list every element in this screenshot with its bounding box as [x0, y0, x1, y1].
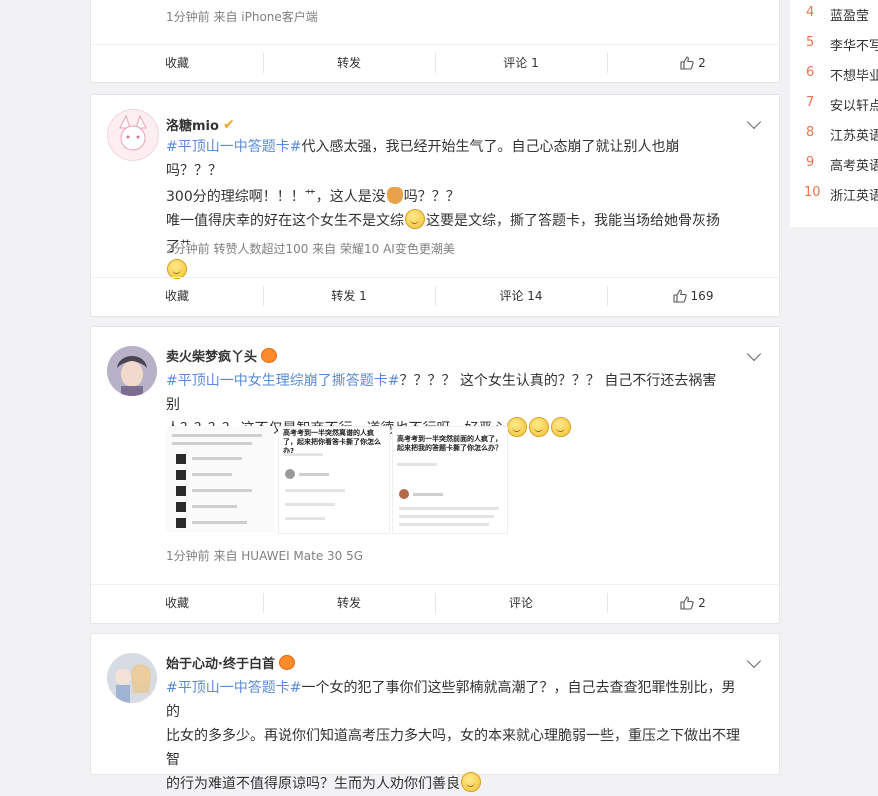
topic-tag[interactable]: #平顶山一中答题卡#: [166, 139, 301, 155]
like-button[interactable]: 2: [607, 53, 779, 73]
user-name[interactable]: 始于心动·终于白首: [166, 653, 295, 672]
post-meta: 1分钟前 来自 iPhone客户端: [166, 10, 318, 24]
comment-label: 评论: [508, 596, 533, 610]
lol-glyph: 艹: [304, 188, 316, 201]
comment-label: 评论 14: [499, 289, 543, 303]
smile-emoji-icon: [461, 772, 481, 792]
smile-emoji-icon: [507, 417, 528, 437]
post-text-line: 300分的理综啊！！！: [166, 189, 305, 205]
thumbs-up-icon: [680, 596, 694, 610]
thumbs-up-icon: [680, 56, 694, 70]
hot-search-sidebar: 4 蓝盈莹 5 李华不写 6 不想毕业 7 安以轩点 8 江苏英语 9 高考英语…: [790, 0, 878, 227]
like-count: 2: [698, 56, 706, 70]
hot-search-rank: 10: [804, 185, 821, 200]
hot-search-title: 江苏英语: [830, 129, 878, 144]
topic-tag[interactable]: 女生理综崩了撕答题卡#: [248, 373, 400, 389]
collect-label: 收藏: [164, 56, 189, 70]
post-text-line: ，这人是没: [315, 189, 386, 205]
hot-search-rank: 9: [806, 155, 815, 170]
member-crown-icon: [278, 655, 295, 670]
image-caption: 高考考到一半突然前面的人疯了，起来把我的答题卡撕了你怎么办？: [397, 435, 502, 452]
post-actions: 收藏 转发 评论 2: [91, 584, 779, 621]
hot-search-rank: 7: [806, 95, 815, 110]
comment-button[interactable]: 评论: [435, 593, 607, 613]
post-image[interactable]: 高考考到一半突然离谱的人疯了，起来把你看答卡撕了你怎么办?: [278, 426, 390, 534]
user-name-text: 始于心动·终于白首: [166, 657, 275, 672]
member-crown-icon: [261, 348, 278, 363]
hot-search-title: 李华不写: [830, 39, 878, 54]
chevron-down-icon[interactable]: [746, 653, 762, 669]
smile-emoji-icon: [529, 417, 550, 437]
hot-search-title: 不想毕业: [830, 69, 878, 84]
hot-search-rank: 5: [806, 35, 815, 50]
post-meta: 2分钟前 转赞人数超过100 来自 荣耀10 AI变色更潮美: [166, 242, 455, 256]
post-text: #平顶山一中答题卡#一个女的犯了事你们这些郭楠就高潮了？，自己去查查犯罪性别比，…: [166, 676, 741, 796]
repost-button[interactable]: 转发 1: [263, 286, 435, 306]
repost-label: 转发 1: [331, 289, 367, 303]
user-name-text: 卖火柴梦疯丫头: [166, 350, 258, 365]
repost-label: 转发: [336, 56, 361, 70]
post-text-line: 唯一值得庆幸的好在这个女生不是文综: [166, 213, 404, 229]
user-name-text: 洛糖mio: [166, 119, 219, 134]
smile-emoji-icon: [167, 259, 187, 279]
chevron-down-icon[interactable]: [746, 346, 762, 362]
post-text: #平顶山一中答题卡#代入感太强，我已经开始生气了。自己心态崩了就让别人也崩吗？？…: [166, 135, 726, 283]
chevron-down-icon[interactable]: [746, 114, 762, 130]
post-text-line: 吗？？？: [403, 189, 460, 205]
user-name[interactable]: 卖火柴梦疯丫头: [166, 346, 278, 365]
like-button[interactable]: 2: [607, 593, 779, 613]
like-button[interactable]: 169: [607, 286, 779, 306]
thumbs-up-icon: [672, 289, 687, 303]
collect-label: 收藏: [164, 596, 189, 610]
avatar[interactable]: [107, 653, 157, 703]
collect-button[interactable]: 收藏: [91, 53, 263, 73]
comment-label: 评论 1: [503, 56, 539, 70]
post-actions: 收藏 转发 1 评论 14 169: [91, 277, 779, 314]
collect-button[interactable]: 收藏: [91, 286, 263, 306]
topic-tag[interactable]: #平顶山一中答题卡#: [166, 680, 301, 696]
collect-label: 收藏: [164, 289, 189, 303]
post-meta: 1分钟前 来自 HUAWEI Mate 30 5G: [166, 549, 364, 563]
hot-search-title: 高考英语: [830, 159, 878, 174]
comment-button[interactable]: 评论 1: [435, 53, 607, 73]
like-count: 2: [698, 596, 706, 610]
weibo-post: 卖火柴梦疯丫头 #平顶山一中女生理综崩了撕答题卡#？？？？ 这个女生认真的？？？…: [90, 326, 780, 624]
collect-button[interactable]: 收藏: [91, 593, 263, 613]
smile-emoji-icon: [551, 417, 572, 437]
topic-tag[interactable]: #平顶山一中: [166, 373, 248, 389]
avatar[interactable]: [107, 346, 157, 396]
post-text-line: 比女的多多少。再说你们知道高考压力多大吗，女的本来就心理脆弱一些，重压之下做出不…: [166, 728, 740, 768]
hot-search-rank: 8: [806, 125, 815, 140]
avatar[interactable]: [107, 109, 159, 161]
hot-search-title: 安以轩点: [830, 99, 878, 114]
repost-button[interactable]: 转发: [263, 593, 435, 613]
weibo-post: 洛糖mio ✔ #平顶山一中答题卡#代入感太强，我已经开始生气了。自己心态崩了就…: [90, 94, 780, 317]
comment-button[interactable]: 评论 14: [435, 286, 607, 306]
weibo-post: 始于心动·终于白首 #平顶山一中答题卡#一个女的犯了事你们这些郭楠就高潮了？，自…: [90, 633, 780, 792]
post-image[interactable]: [166, 426, 274, 532]
verified-badge-icon: ✔: [222, 116, 235, 133]
hot-search-title: 蓝盈莹: [830, 9, 870, 24]
hot-search-rank: 6: [806, 65, 815, 80]
smile-emoji-icon: [405, 209, 425, 229]
repost-button[interactable]: 转发: [263, 53, 435, 73]
repost-label: 转发: [336, 596, 361, 610]
hot-search-rank: 4: [806, 5, 815, 20]
user-name[interactable]: 洛糖mio ✔: [166, 115, 235, 135]
doge-emoji-icon: [386, 187, 403, 204]
like-count: 169: [690, 289, 714, 303]
post-text-line: 的行为难道不值得原谅吗？生而为人劝你们善良: [166, 776, 460, 792]
image-caption: 高考考到一半突然离谱的人疯了，起来把你看答卡撕了你怎么办?: [283, 429, 381, 455]
post-actions: 收藏 转发 评论 1 2: [91, 44, 779, 81]
post-image[interactable]: 高考考到一半突然前面的人疯了，起来把我的答题卡撕了你怎么办？: [392, 426, 508, 534]
hot-search-title: 浙江英语: [830, 189, 878, 204]
weibo-post: 1分钟前 来自 iPhone客户端 收藏 转发 评论 1 2: [90, 0, 780, 83]
